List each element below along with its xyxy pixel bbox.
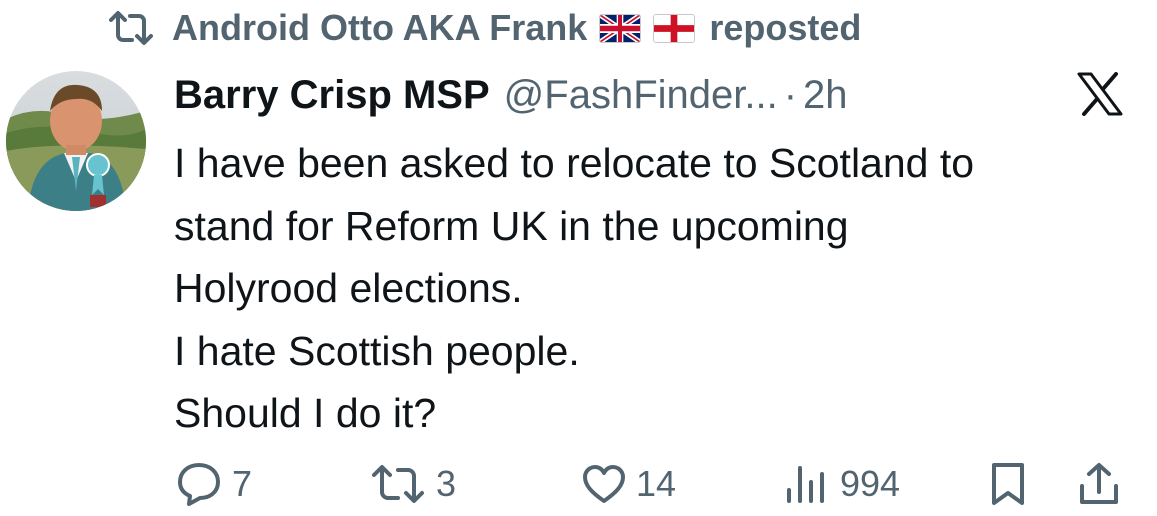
tweet-line: I hate Scottish people. bbox=[174, 327, 580, 374]
reply-count: 7 bbox=[232, 463, 253, 504]
author-handle[interactable]: @FashFinder... bbox=[504, 73, 778, 118]
repost-icon bbox=[372, 465, 424, 503]
tweet-timestamp[interactable]: 2h bbox=[803, 73, 848, 118]
reposted-label: reposted bbox=[709, 7, 862, 48]
like-count: 14 bbox=[636, 463, 677, 504]
x-logo-icon bbox=[1077, 72, 1123, 116]
repost-count: 3 bbox=[436, 463, 457, 504]
views-button[interactable]: 994 bbox=[784, 458, 900, 510]
bookmark-icon bbox=[992, 463, 1024, 505]
uk-flag-icon bbox=[599, 13, 642, 43]
like-button[interactable]: 14 bbox=[582, 458, 676, 510]
avatar[interactable] bbox=[6, 71, 146, 211]
england-flag-icon bbox=[653, 13, 696, 43]
reposter-name[interactable]: Android Otto AKA Frank bbox=[172, 7, 587, 49]
share-icon bbox=[1080, 463, 1118, 504]
share-button[interactable] bbox=[1078, 458, 1120, 510]
repost-button[interactable]: 3 bbox=[370, 458, 456, 510]
view-count: 994 bbox=[840, 463, 901, 504]
tweet-line: Holyrood elections. bbox=[174, 265, 523, 311]
tweet-line: stand for Reform UK in the upcoming bbox=[174, 202, 849, 249]
tweet-header: Barry Crisp MSP @FashFinder... · 2h bbox=[174, 70, 848, 120]
tweet-text: I have been asked to relocate to Scotlan… bbox=[174, 132, 1134, 445]
reply-icon bbox=[178, 463, 220, 506]
tweet-line: I have been asked to relocate to Scotlan… bbox=[174, 140, 975, 186]
heart-icon bbox=[583, 465, 625, 503]
author-name[interactable]: Barry Crisp MSP bbox=[174, 73, 490, 118]
separator-dot: · bbox=[783, 72, 798, 117]
tweet-line: Should I do it? bbox=[174, 390, 437, 436]
reply-button[interactable]: 7 bbox=[176, 458, 252, 510]
repost-icon bbox=[109, 11, 153, 45]
repost-header: Android Otto AKA Frank reposted bbox=[108, 6, 861, 50]
views-icon bbox=[787, 466, 824, 503]
bookmark-button[interactable] bbox=[988, 458, 1028, 510]
